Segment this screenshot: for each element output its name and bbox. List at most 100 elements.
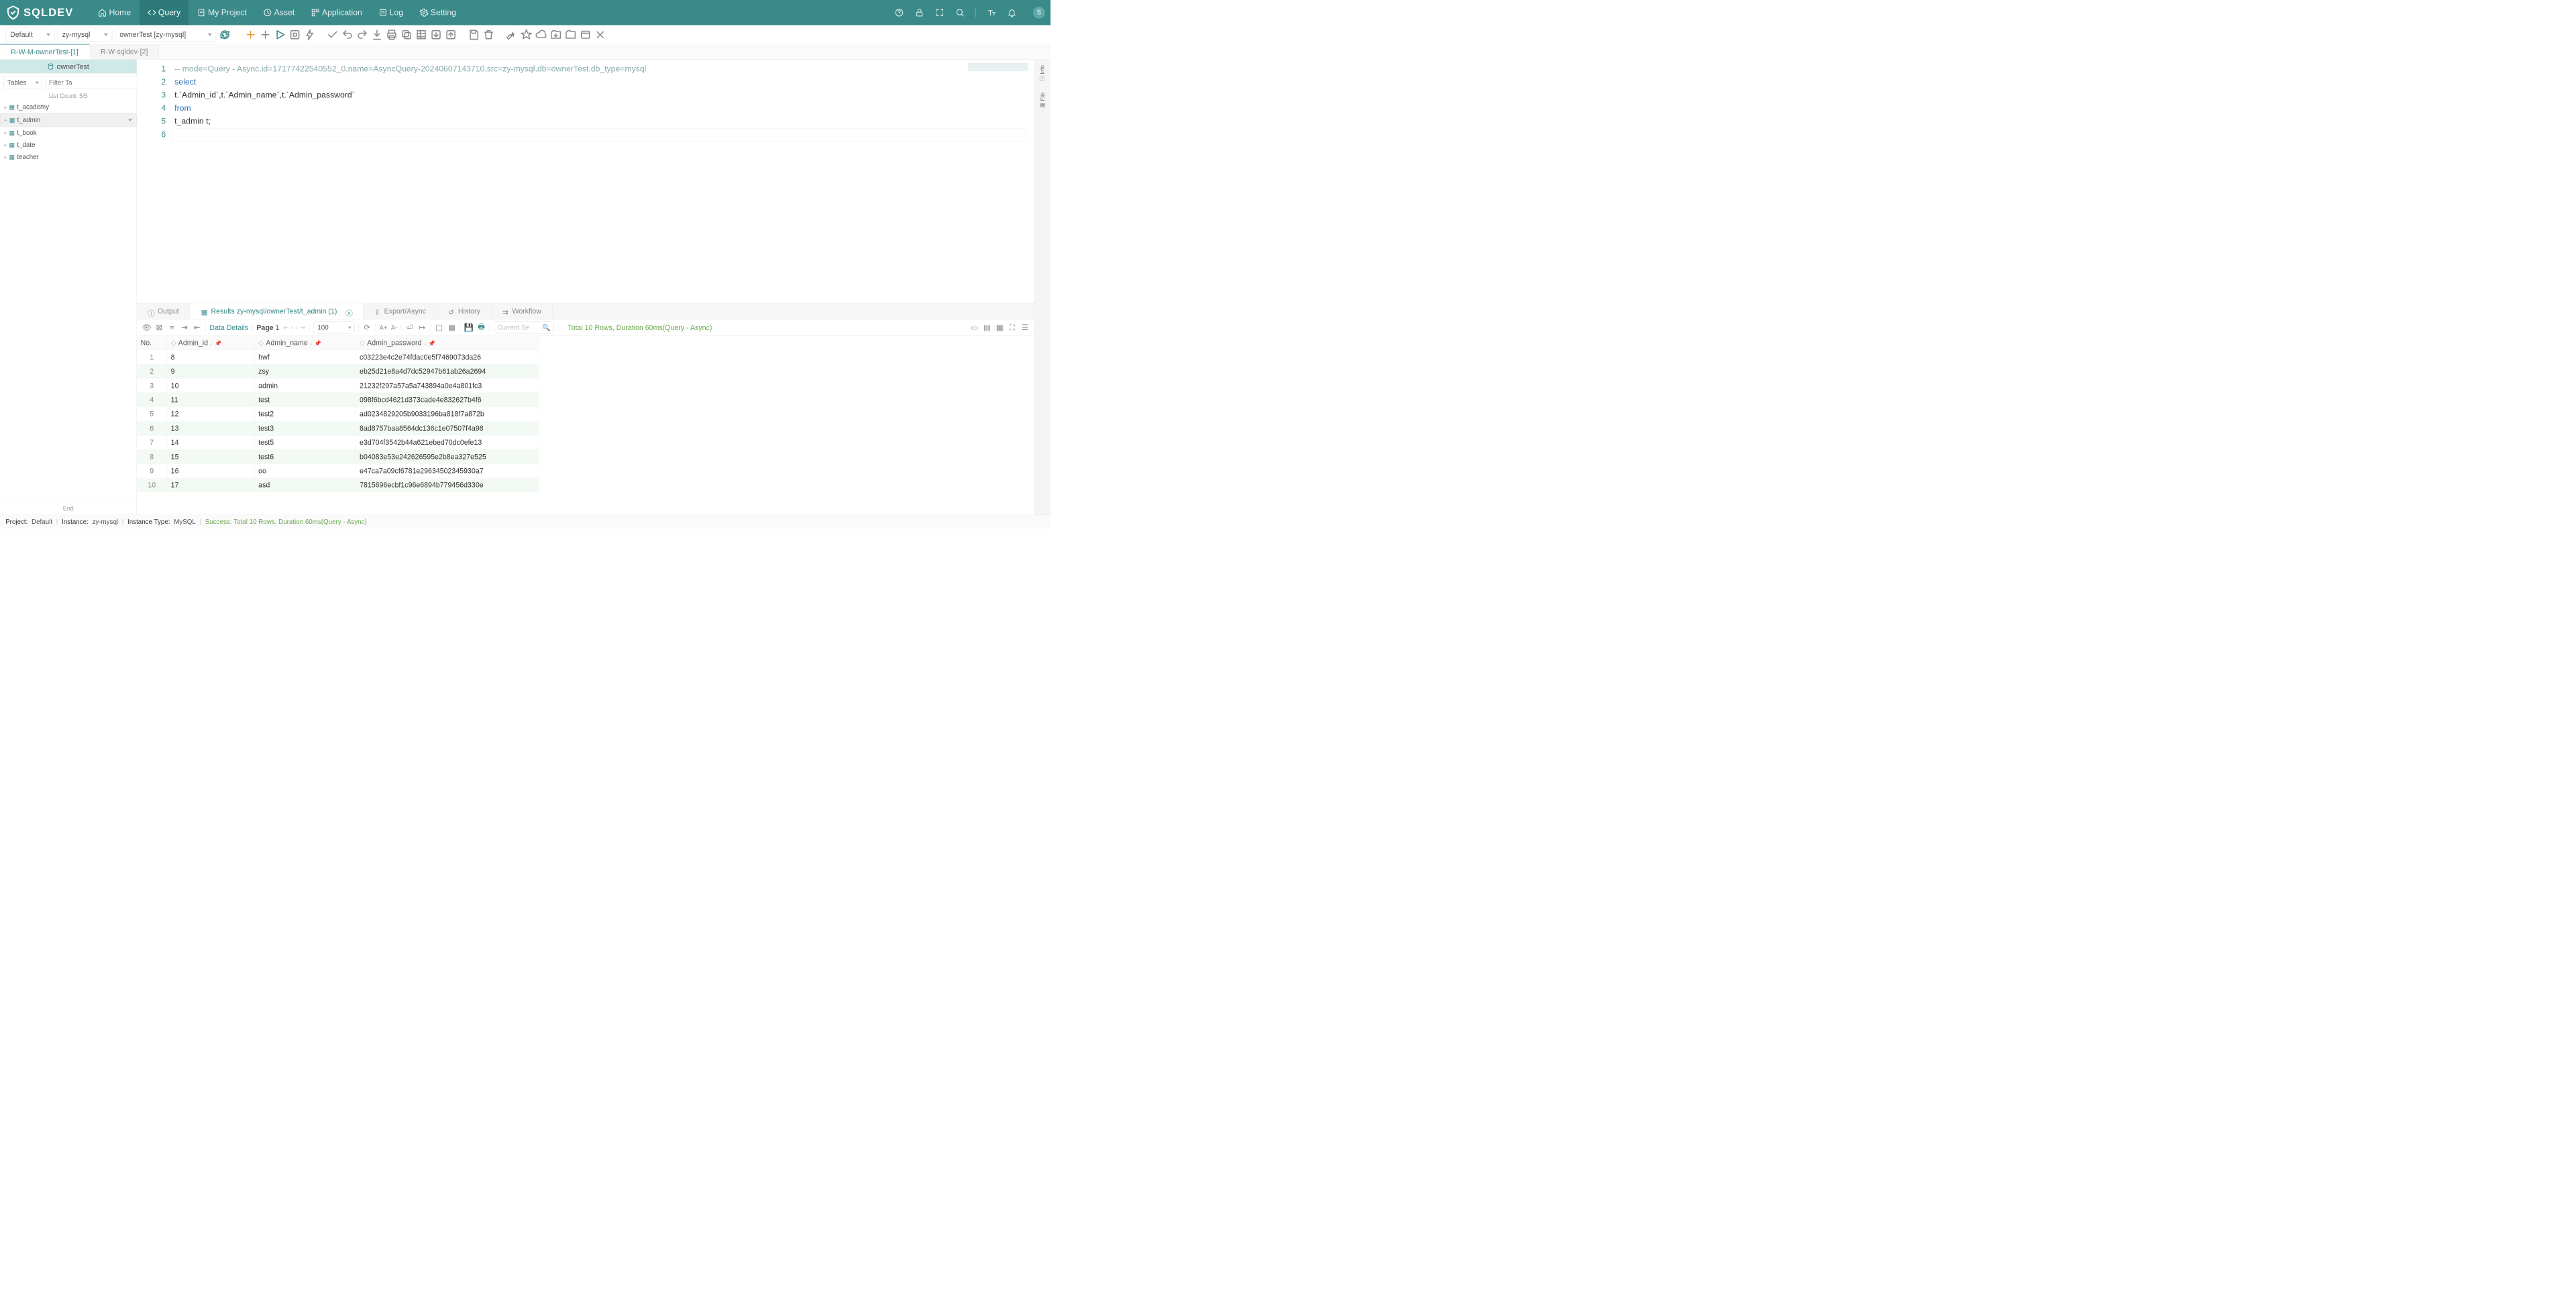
table-row[interactable]: 18hwfc03223e4c2e74fdac0e5f7469073da26 [137, 350, 539, 364]
result-tab-output[interactable]: ⓘOutput [137, 303, 191, 319]
sort-icon[interactable]: ↓ [423, 341, 426, 347]
font-decrease-button[interactable]: A- [391, 323, 397, 332]
list-icon[interactable]: ☰ [1020, 323, 1029, 332]
code-area[interactable]: -- mode=Query - Async,id=17177422540552_… [172, 62, 1034, 301]
print-results-button[interactable]: 🖶 [477, 323, 486, 332]
eye-icon[interactable]: 👁 [142, 323, 151, 332]
result-tab-results[interactable]: ▦Results zy-mysql/ownerTest/t_admin (1) … [190, 303, 363, 319]
instance-select[interactable]: zy-mysql [58, 28, 113, 41]
view-card-icon[interactable]: ▢ [435, 323, 443, 332]
editor-tab-1[interactable]: R-W-M-ownerTest-[1] [0, 44, 90, 60]
close-all-button[interactable] [594, 29, 606, 41]
rail-info[interactable]: ⓘInfo [1038, 65, 1046, 81]
pin-icon[interactable]: 📌 [428, 341, 435, 347]
save-button[interactable] [468, 29, 480, 41]
copy-button[interactable] [400, 29, 413, 41]
table-row[interactable]: 512test2ad0234829205b9033196ba818f7a872b [137, 407, 539, 421]
nowrap-icon[interactable]: ↦ [418, 323, 427, 332]
tools-button[interactable] [506, 29, 518, 41]
expand-icon[interactable]: ⇤ [193, 323, 201, 332]
page-next-button[interactable]: › [295, 323, 297, 331]
data-details-link[interactable]: Data Details [209, 323, 248, 332]
page-last-button[interactable]: ⇥ [300, 323, 305, 331]
table-row[interactable]: 1017asd7815696ecbf1c96e6894b779456d330e [137, 478, 539, 492]
table-row[interactable]: 29zsyeb25d21e8a4d7dc52947b61ab26a2694 [137, 364, 539, 378]
fullscreen-icon[interactable] [935, 8, 945, 17]
lock-icon[interactable] [915, 8, 924, 17]
download-button[interactable] [371, 29, 383, 41]
page-prev-button[interactable]: ‹ [291, 323, 293, 331]
sql-editor[interactable]: 123456 -- mode=Query - Async,id=17177422… [137, 60, 1034, 303]
ai-icon[interactable] [895, 8, 904, 17]
explain-button[interactable] [304, 29, 316, 41]
delete-button[interactable] [482, 29, 494, 41]
undo-button[interactable] [341, 29, 354, 41]
close-icon[interactable]: ⓧ [345, 308, 352, 315]
cloud-button[interactable] [535, 29, 547, 41]
wrap-icon[interactable]: ⏎ [405, 323, 414, 332]
pin-icon[interactable]: 📌 [315, 341, 321, 347]
run-button[interactable] [274, 29, 286, 41]
folder-in-button[interactable] [550, 29, 562, 41]
col-admin-name[interactable]: ◇ Admin_name ↓ 📌 [254, 336, 356, 350]
nav-my-project[interactable]: My Project [189, 0, 255, 25]
print-button[interactable] [386, 29, 398, 41]
project-select[interactable]: Default [5, 28, 54, 41]
save-csv-button[interactable]: 💾 [464, 323, 473, 332]
object-filter-input[interactable] [46, 76, 138, 89]
editor-tab-2[interactable]: R-W-sqldev-[2] [90, 44, 160, 60]
pin-icon[interactable]: 📌 [215, 341, 221, 347]
page-first-button[interactable]: ⇤ [283, 323, 288, 331]
import-button[interactable] [445, 29, 457, 41]
result-tab-workflow[interactable]: ⇉Workflow [492, 303, 553, 319]
sort-icon[interactable]: ↓ [210, 341, 213, 347]
nav-setting[interactable]: Setting [411, 0, 464, 25]
table-row[interactable]: 916ooe47ca7a09cf6781e29634502345930a7 [137, 464, 539, 478]
font-increase-button[interactable]: A+ [380, 323, 387, 332]
result-tab-history[interactable]: ↺History [437, 303, 492, 319]
redo-button[interactable] [356, 29, 368, 41]
result-search-input[interactable]: Current Se🔍 [494, 321, 554, 333]
tree-item-t_academy[interactable]: ▸▦t_academy [0, 101, 136, 113]
page-size-select[interactable]: 100 [313, 321, 354, 333]
layout-icon-2[interactable]: ▤ [983, 323, 991, 332]
text-size-icon[interactable] [987, 8, 996, 17]
sort-icon[interactable]: ↓ [310, 341, 313, 347]
view-grid-icon[interactable]: ▦ [447, 323, 456, 332]
collapse-icon[interactable]: ⇥ [180, 323, 189, 332]
tree-item-teacher[interactable]: ▸▦teacher [0, 151, 136, 163]
nav-asset[interactable]: Asset [255, 0, 303, 25]
check-button[interactable] [327, 29, 339, 41]
tree-item-t_admin[interactable]: ▸▦t_admin [0, 113, 136, 127]
window-button[interactable] [580, 29, 592, 41]
nav-home[interactable]: Home [90, 0, 139, 25]
folder-button[interactable] [565, 29, 577, 41]
table-row[interactable]: 613test38ad8757baa8564dc136c1e07507f4a98 [137, 421, 539, 435]
rows-icon[interactable]: ≡ [168, 323, 176, 332]
stop-button[interactable] [289, 29, 301, 41]
grid-button[interactable] [415, 29, 427, 41]
tree-item-t_book[interactable]: ▸▦t_book [0, 127, 136, 139]
result-grid[interactable]: No. ◇ Admin_id ↓ 📌 ◇ Admin_name ↓ 📌 ◇ Ad… [137, 336, 1034, 492]
add-button[interactable] [260, 29, 272, 41]
rail-file[interactable]: ▤File [1039, 93, 1046, 109]
nav-query[interactable]: Query [139, 0, 189, 25]
layout-icon-3[interactable]: ▦ [996, 323, 1004, 332]
refresh-connection-button[interactable] [219, 29, 231, 41]
database-select[interactable]: ownerTest [zy-mysql] [115, 28, 216, 41]
nav-log[interactable]: Log [370, 0, 411, 25]
favorite-button[interactable] [521, 29, 533, 41]
col-no[interactable]: No. [137, 336, 167, 350]
layout-icon-1[interactable]: ▭ [970, 323, 979, 332]
search-icon[interactable] [955, 8, 965, 17]
editor-minimap[interactable] [968, 63, 1028, 71]
bell-icon[interactable] [1008, 8, 1017, 17]
nav-application[interactable]: Application [303, 0, 370, 25]
object-type-select[interactable]: Tables [4, 76, 42, 89]
table-row[interactable]: 714test5e3d704f3542b44a621ebed70dc0efe13 [137, 435, 539, 449]
tree-item-t_date[interactable]: ▸▦t_date [0, 139, 136, 151]
new-tab-button[interactable] [245, 29, 257, 41]
export-button[interactable] [430, 29, 442, 41]
user-avatar[interactable]: S [1033, 7, 1045, 19]
col-admin-id[interactable]: ◇ Admin_id ↓ 📌 [167, 336, 254, 350]
